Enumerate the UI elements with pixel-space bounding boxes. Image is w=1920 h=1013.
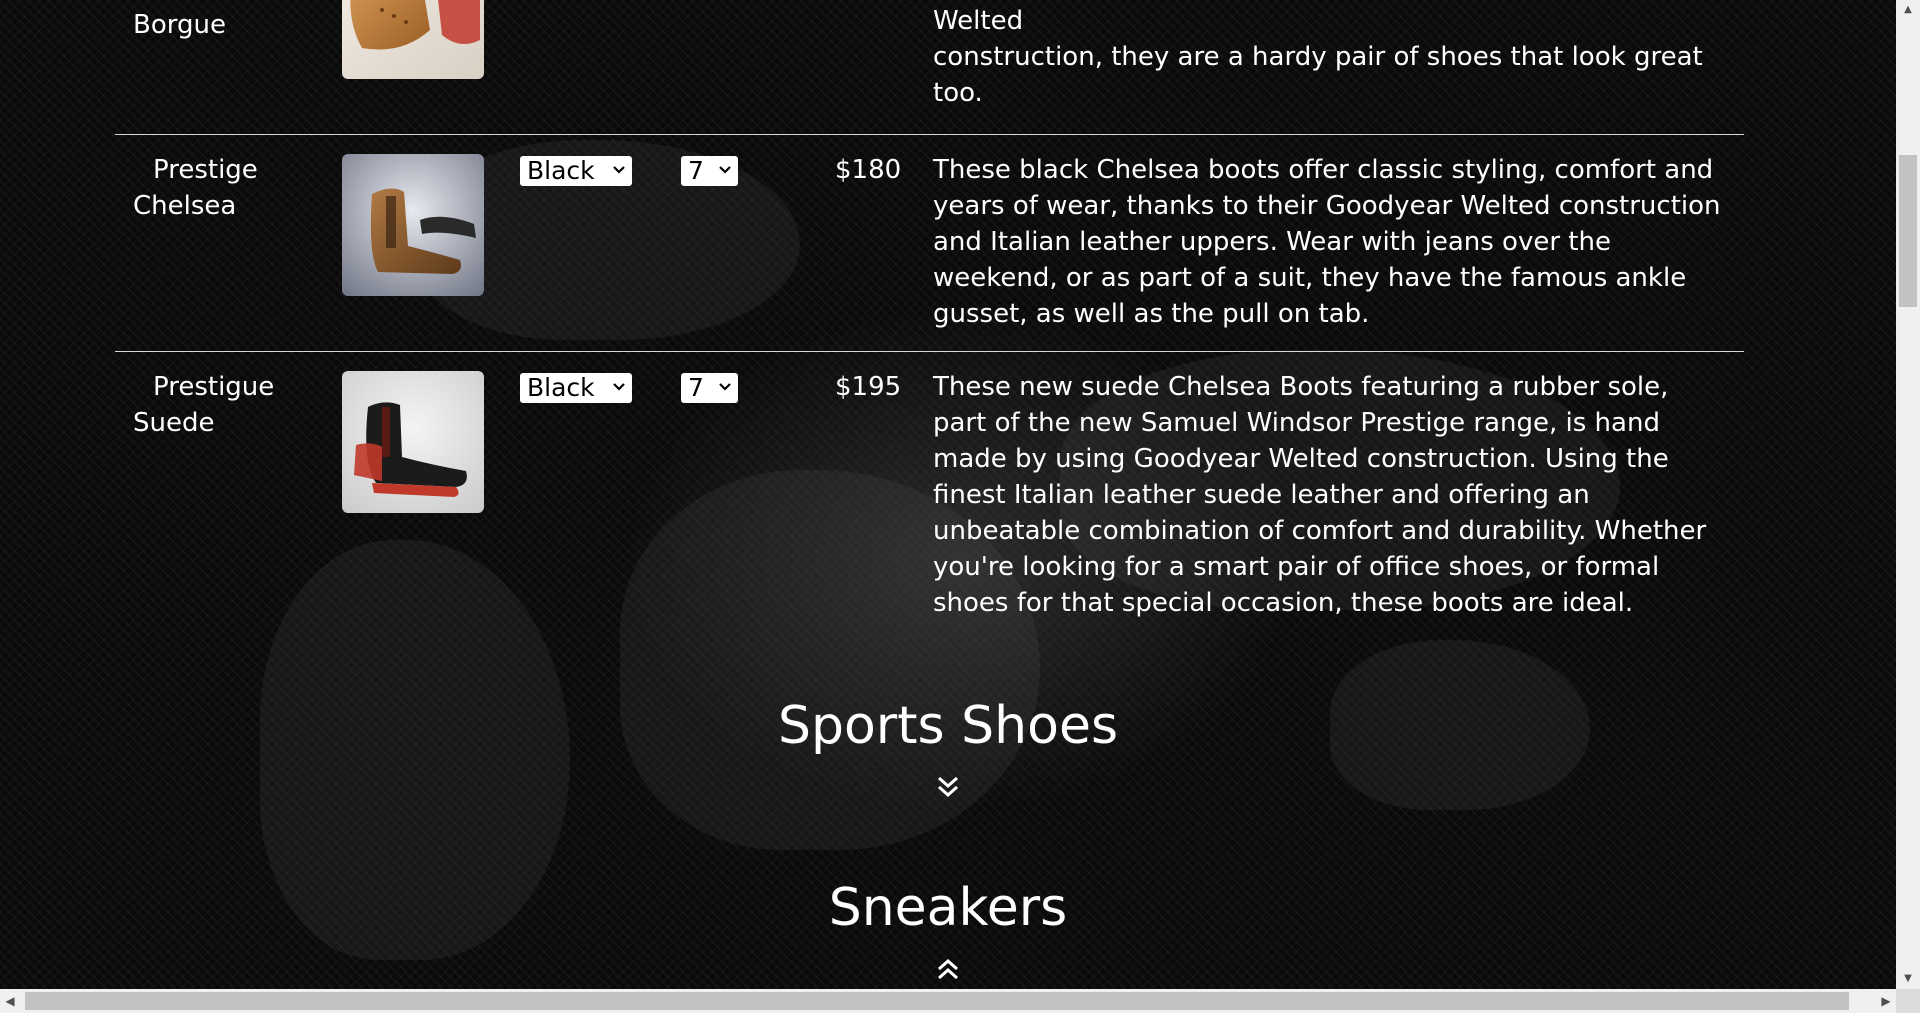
size-select[interactable]: 7 <box>681 156 738 186</box>
scroll-right-arrow-icon[interactable]: ▶ <box>1876 989 1896 1013</box>
double-chevron-down-icon[interactable] <box>936 775 960 799</box>
scrollbar-corner <box>1896 989 1920 1013</box>
product-table: Borgue makes them superbly comfortable. … <box>115 0 1744 652</box>
vertical-scrollbar-thumb[interactable] <box>1899 155 1917 307</box>
horizontal-scrollbar-thumb[interactable] <box>25 992 1849 1010</box>
product-name: Prestigue Suede <box>133 372 275 438</box>
scroll-down-arrow-icon[interactable]: ▼ <box>1896 969 1920 989</box>
chevron-down-icon <box>612 381 626 395</box>
product-row-borgue: Borgue makes them superbly comfortable. … <box>115 0 1744 135</box>
size-select-value: 7 <box>688 373 704 402</box>
product-row-prestige-chelsea: Prestige Chelsea Black 7 $180 These blac… <box>115 135 1744 352</box>
product-description: These new suede Chelsea Boots featuring … <box>933 372 1707 618</box>
product-description-borgue: makes them superbly comfortable. Made wi… <box>933 0 1728 111</box>
product-description: These black Chelsea boots offer classic … <box>933 155 1721 329</box>
sports-shoes-heading: Sports Shoes <box>777 696 1119 756</box>
color-select[interactable]: Black <box>520 373 632 403</box>
product-image-borgue <box>342 0 484 79</box>
chevron-down-icon <box>718 381 732 395</box>
scroll-up-arrow-icon[interactable]: ▲ <box>1896 0 1920 20</box>
product-name: Borgue <box>133 10 226 40</box>
description-line: construction, they are a hardy pair of s… <box>933 42 1703 72</box>
product-row-prestigue-suede: Prestigue Suede Black 7 $195 These new s… <box>115 352 1744 652</box>
page-viewport: Borgue makes them superbly comfortable. … <box>0 0 1896 989</box>
chevron-down-icon <box>612 164 626 178</box>
description-line: too. <box>933 78 983 108</box>
product-image-prestigue-suede <box>342 371 484 513</box>
sneakers-heading: Sneakers <box>828 878 1068 938</box>
size-select[interactable]: 7 <box>681 373 738 403</box>
color-select[interactable]: Black <box>520 156 632 186</box>
product-price: $180 <box>835 155 902 185</box>
size-select-value: 7 <box>688 156 704 185</box>
color-select-value: Black <box>527 373 595 402</box>
horizontal-scrollbar[interactable]: ◀ ▶ <box>0 989 1896 1013</box>
description-line: makes them superbly comfortable. Made wi… <box>933 6 1024 36</box>
scroll-left-arrow-icon[interactable]: ◀ <box>0 989 20 1013</box>
color-select-value: Black <box>527 156 595 185</box>
double-chevron-up-icon[interactable] <box>936 957 960 981</box>
product-price: $195 <box>835 372 902 402</box>
product-image-prestige-chelsea <box>342 154 484 296</box>
product-name: Prestige Chelsea <box>133 155 258 221</box>
vertical-scrollbar[interactable]: ▲ ▼ <box>1896 0 1920 989</box>
chevron-down-icon <box>718 164 732 178</box>
